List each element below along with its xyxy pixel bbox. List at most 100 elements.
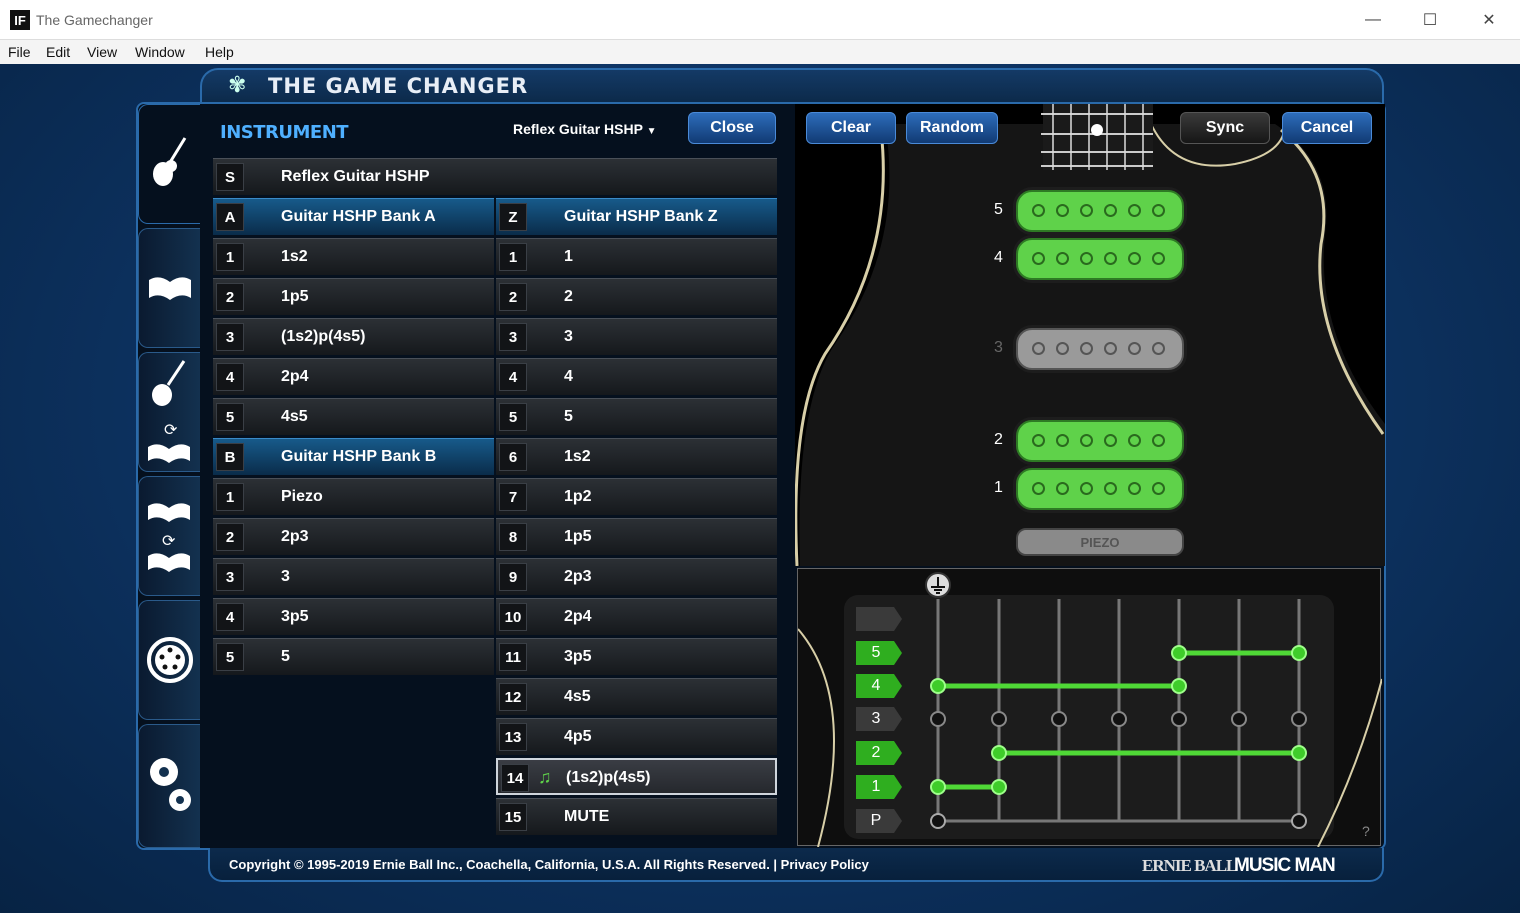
close-window-button[interactable]: ✕: [1466, 6, 1512, 34]
matrix-row-3[interactable]: 3: [856, 707, 896, 731]
row-key: 11: [499, 643, 527, 671]
row-label: MUTE: [564, 808, 610, 825]
row-label: 4s5: [281, 408, 308, 425]
row-label: 3: [564, 328, 573, 345]
random-button[interactable]: Random: [906, 112, 998, 144]
bank-preset-row[interactable]: 33: [496, 318, 777, 355]
row-key: 5: [216, 643, 244, 671]
bank-preset-row[interactable]: 12 4s5: [496, 678, 777, 715]
bank-preset-row[interactable]: 3 (1s2)p(4s5): [213, 318, 494, 355]
matrix-row-4[interactable]: 4: [856, 674, 896, 698]
row-key: 3: [499, 323, 527, 351]
row-label: 2: [564, 288, 573, 305]
pickup-4[interactable]: [1016, 238, 1184, 280]
bank-preset-row[interactable]: 10 2p4: [496, 598, 777, 635]
bank-preset-row[interactable]: 4 2p4: [213, 358, 494, 395]
help-icon[interactable]: ?: [1362, 823, 1370, 839]
row-key: 13: [499, 723, 527, 751]
bank-preset-row[interactable]: 44: [496, 358, 777, 395]
row-key: 9: [499, 563, 527, 591]
row-label: 1: [564, 248, 573, 265]
bank-preset-row[interactable]: 15 MUTE: [496, 798, 777, 835]
menu-edit[interactable]: Edit: [46, 44, 70, 60]
sync-button[interactable]: Sync: [1180, 112, 1270, 144]
menu-window[interactable]: Window: [135, 44, 185, 60]
tab-guitar-to-bank[interactable]: ⟳: [138, 352, 200, 472]
bank-header-row[interactable]: Z Guitar HSHP Bank Z: [496, 198, 777, 235]
window-titlebar: IF The Gamechanger — ☐ ✕: [0, 0, 1520, 40]
bank-preset-row[interactable]: 1 Piezo: [213, 478, 494, 515]
row-label: 2p4: [281, 368, 309, 385]
menu-view[interactable]: View: [87, 44, 117, 60]
menu-file[interactable]: File: [8, 44, 31, 60]
tab-settings[interactable]: [138, 724, 200, 848]
bank-preset-row[interactable]: 2 2p3: [213, 518, 494, 555]
cancel-button[interactable]: Cancel: [1282, 112, 1372, 144]
row-key: 4: [216, 603, 244, 631]
row-key: 1: [499, 243, 527, 271]
row-key: Z: [499, 203, 527, 231]
row-key: 7: [499, 483, 527, 511]
bank-preset-row[interactable]: 55: [496, 398, 777, 435]
close-button[interactable]: Close: [688, 112, 776, 144]
bank-preset-row[interactable]: 4 3p5: [213, 598, 494, 635]
bank-preset-row[interactable]: 13 4p5: [496, 718, 777, 755]
row-label: 4s5: [564, 688, 591, 705]
midi-icon: [146, 637, 193, 683]
bank-preset-row[interactable]: 8 1p5: [496, 518, 777, 555]
pickup-2[interactable]: [1016, 420, 1184, 462]
row-label: 2p3: [281, 528, 309, 545]
maximize-button[interactable]: ☐: [1407, 6, 1453, 34]
bank-header-row[interactable]: A Guitar HSHP Bank A: [213, 198, 494, 235]
row-label: Guitar HSHP Bank B: [281, 448, 437, 465]
row-key: 8: [499, 523, 527, 551]
row-key: 3: [216, 323, 244, 351]
bank-preset-row[interactable]: 33: [213, 558, 494, 595]
row-key: 4: [499, 363, 527, 391]
matrix-row-2[interactable]: 2: [856, 741, 896, 765]
pickup-3[interactable]: [1016, 328, 1184, 370]
row-label: (1s2)p(4s5): [566, 769, 651, 786]
bank-row-s[interactable]: S Reflex Guitar HSHP: [213, 158, 777, 195]
bank-preset-row[interactable]: 55: [213, 638, 494, 675]
piezo-pickup[interactable]: PIEZO: [1016, 528, 1184, 556]
pickup-4-label: 4: [994, 249, 1003, 266]
bank-header-row[interactable]: B Guitar HSHP Bank B: [213, 438, 494, 475]
bank-preset-row[interactable]: 7 1p2: [496, 478, 777, 515]
pickup-5-label: 5: [994, 201, 1003, 218]
row-label: 2p4: [564, 608, 592, 625]
row-key: 1: [216, 483, 244, 511]
menu-help[interactable]: Help: [205, 44, 234, 60]
pickup-2-label: 2: [994, 431, 1003, 448]
tab-instrument[interactable]: [138, 104, 200, 224]
bank-preset-row[interactable]: 14 ♫ (1s2)p(4s5): [496, 758, 777, 795]
bank-preset-row[interactable]: 1 1s2: [213, 238, 494, 275]
row-label: Reflex Guitar HSHP: [281, 168, 430, 185]
matrix-row-5[interactable]: 5: [856, 641, 896, 665]
instrument-dropdown[interactable]: Reflex Guitar HSHP ▼: [513, 121, 656, 137]
routing-matrix: 5 4 3 2 1 P ?: [797, 568, 1383, 848]
minimize-button[interactable]: —: [1350, 6, 1396, 34]
tab-midi[interactable]: [138, 600, 200, 720]
bank-preset-row[interactable]: 22: [496, 278, 777, 315]
bank-preset-row[interactable]: 5 4s5: [213, 398, 494, 435]
matrix-row-1[interactable]: 1: [856, 775, 896, 799]
row-key: S: [216, 163, 244, 191]
tab-banks[interactable]: [138, 228, 200, 348]
pickup-1[interactable]: [1016, 468, 1184, 510]
matrix-row-piezo[interactable]: P: [856, 809, 896, 833]
clear-button[interactable]: Clear: [806, 112, 896, 144]
tab-bank-to-bank[interactable]: ⟳: [138, 476, 200, 596]
bank-preset-row[interactable]: 11 3p5: [496, 638, 777, 675]
row-label: 3p5: [281, 608, 309, 625]
row-key: 10: [499, 603, 527, 631]
bank-preset-row[interactable]: 2 1p5: [213, 278, 494, 315]
pickup-5[interactable]: [1016, 190, 1184, 232]
bank-preset-row[interactable]: 9 2p3: [496, 558, 777, 595]
row-key: 15: [499, 803, 527, 831]
matrix-row-top[interactable]: [856, 607, 896, 631]
bank-preset-row[interactable]: 11: [496, 238, 777, 275]
bank-copy-icon: ⟳: [147, 503, 190, 572]
row-key: 2: [216, 283, 244, 311]
bank-preset-row[interactable]: 6 1s2: [496, 438, 777, 475]
